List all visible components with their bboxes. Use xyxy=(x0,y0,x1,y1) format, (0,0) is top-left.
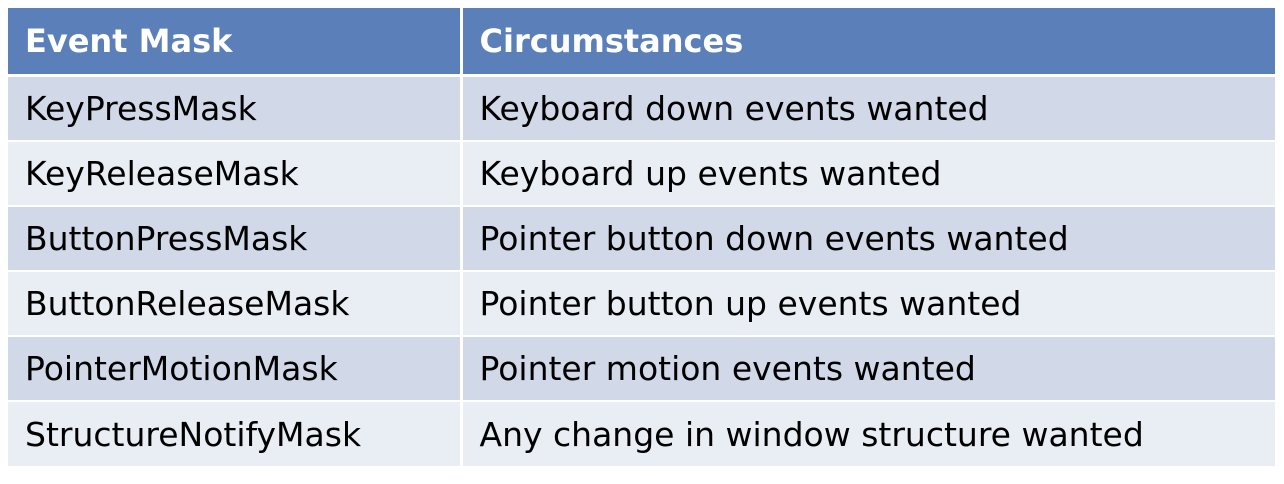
cell-circumstances: Keyboard down events wanted xyxy=(459,75,1275,142)
cell-event-mask: StructureNotifyMask xyxy=(8,401,461,466)
cell-event-mask: KeyReleaseMask xyxy=(8,141,461,207)
cell-circumstances: Pointer button down events wanted xyxy=(459,206,1275,272)
header-event-mask: Event Mask xyxy=(8,8,461,77)
cell-event-mask: PointerMotionMask xyxy=(8,336,461,402)
table-header-row: Event Mask Circumstances xyxy=(8,8,1275,77)
table-row: KeyPressMask Keyboard down events wanted xyxy=(8,75,1275,142)
table-row: StructureNotifyMask Any change in window… xyxy=(8,401,1275,466)
cell-circumstances: Pointer button up events wanted xyxy=(459,271,1275,337)
table-row: ButtonReleaseMask Pointer button up even… xyxy=(8,271,1275,337)
header-circumstances: Circumstances xyxy=(459,8,1275,77)
cell-event-mask: ButtonReleaseMask xyxy=(8,271,461,337)
table-row: KeyReleaseMask Keyboard up events wanted xyxy=(8,141,1275,207)
table-row: ButtonPressMask Pointer button down even… xyxy=(8,206,1275,272)
cell-event-mask: ButtonPressMask xyxy=(8,206,461,272)
cell-circumstances: Keyboard up events wanted xyxy=(459,141,1275,207)
cell-circumstances: Any change in window structure wanted xyxy=(459,401,1275,466)
table-row: PointerMotionMask Pointer motion events … xyxy=(8,336,1275,402)
event-mask-table: Event Mask Circumstances KeyPressMask Ke… xyxy=(8,8,1275,466)
cell-circumstances: Pointer motion events wanted xyxy=(459,336,1275,402)
cell-event-mask: KeyPressMask xyxy=(8,75,461,142)
